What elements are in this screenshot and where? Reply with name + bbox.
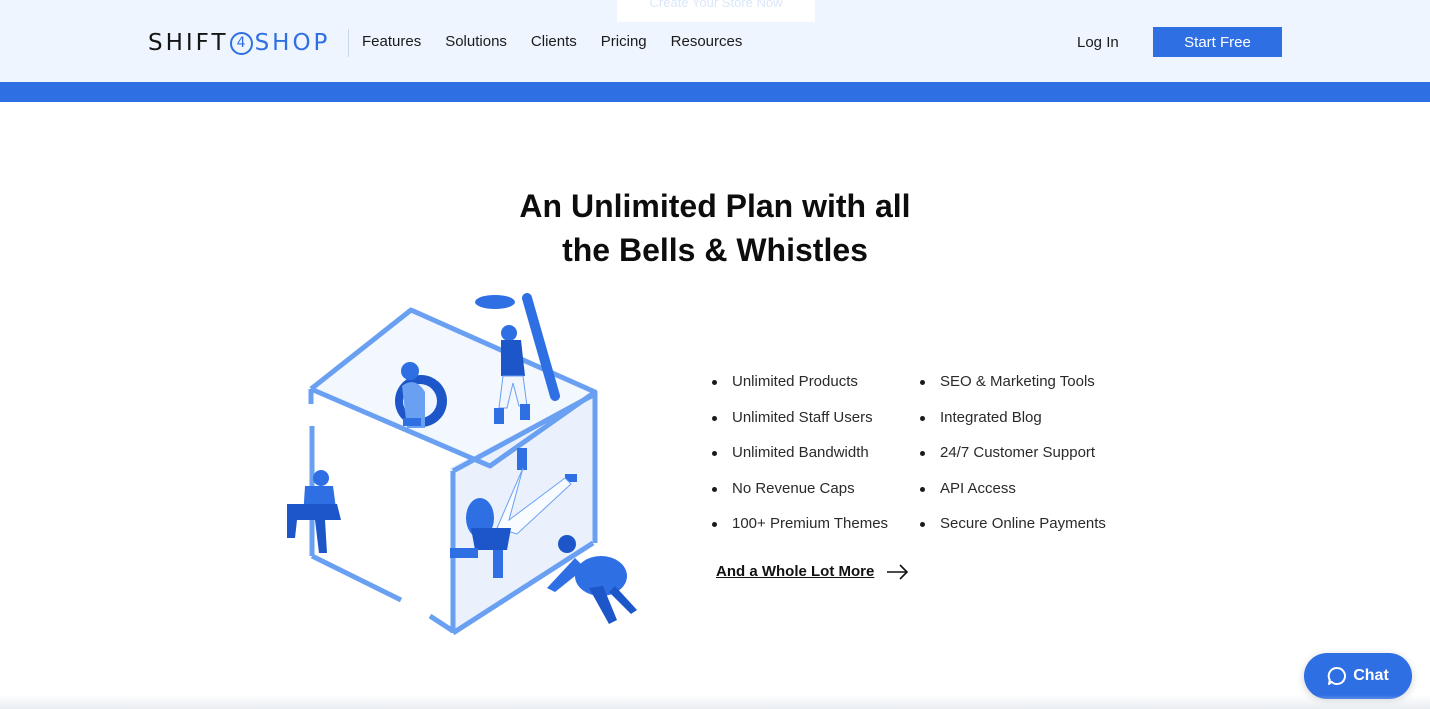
whole-lot-more-link[interactable]: And a Whole Lot More	[716, 563, 910, 580]
feature-item: Unlimited Bandwidth	[712, 443, 920, 464]
login-link[interactable]: Log In	[1077, 34, 1119, 51]
arrow-right-icon	[887, 563, 909, 580]
feature-item: Secure Online Payments	[920, 514, 1120, 535]
logo-four-circle: 4	[229, 31, 253, 55]
bullet-icon	[712, 451, 717, 456]
logo-divider	[348, 29, 349, 57]
shift4shop-logo[interactable]: SHIFT 4 SHOP	[148, 29, 330, 57]
bullet-icon	[920, 415, 925, 421]
logo-text-right: SHOP	[254, 30, 331, 56]
page-title: An Unlimited Plan with all the Bells & W…	[465, 184, 965, 272]
bullet-icon	[920, 486, 925, 492]
bullet-icon	[712, 380, 717, 385]
person-crouching	[547, 535, 637, 624]
logo-text-left: SHIFT	[148, 30, 229, 56]
nav-pricing[interactable]: Pricing	[601, 33, 647, 50]
feature-list: Unlimited Products SEO & Marketing Tools…	[712, 372, 1120, 535]
page-title-line-2: the Bells & Whistles	[562, 232, 868, 268]
nav-resources[interactable]: Resources	[671, 33, 743, 50]
bullet-icon	[712, 486, 717, 492]
nav-solutions[interactable]: Solutions	[445, 33, 507, 50]
bottom-fade	[0, 695, 1430, 709]
feature-item: 100+ Premium Themes	[712, 514, 920, 535]
feature-item: Integrated Blog	[920, 408, 1120, 429]
feature-item: 24/7 Customer Support	[920, 443, 1120, 464]
create-store-button-faded[interactable]: Create Your Store Now	[617, 0, 815, 22]
bullet-icon	[920, 451, 925, 456]
main-nav: Features Solutions Clients Pricing Resou…	[362, 33, 742, 50]
feature-item: Unlimited Staff Users	[712, 408, 920, 429]
chat-bubble-icon	[1327, 666, 1347, 685]
bullet-icon	[920, 380, 925, 385]
start-free-button[interactable]: Start Free	[1153, 27, 1282, 57]
bullet-icon	[920, 522, 925, 527]
page-title-line-1: An Unlimited Plan with all	[519, 188, 911, 224]
bullet-icon	[712, 522, 717, 527]
nav-clients[interactable]: Clients	[531, 33, 577, 50]
chat-label: Chat	[1353, 667, 1389, 684]
feature-item: No Revenue Caps	[712, 479, 920, 500]
cube-people-illustration	[287, 293, 637, 636]
whole-lot-more-label: And a Whole Lot More	[716, 563, 875, 580]
chat-button[interactable]: Chat	[1304, 653, 1412, 699]
feature-item: Unlimited Products	[712, 372, 920, 393]
feature-item: API Access	[920, 479, 1120, 500]
bullet-icon	[712, 415, 717, 421]
header-accent-band	[0, 82, 1430, 102]
feature-item: SEO & Marketing Tools	[920, 372, 1120, 393]
nav-features[interactable]: Features	[362, 33, 421, 50]
